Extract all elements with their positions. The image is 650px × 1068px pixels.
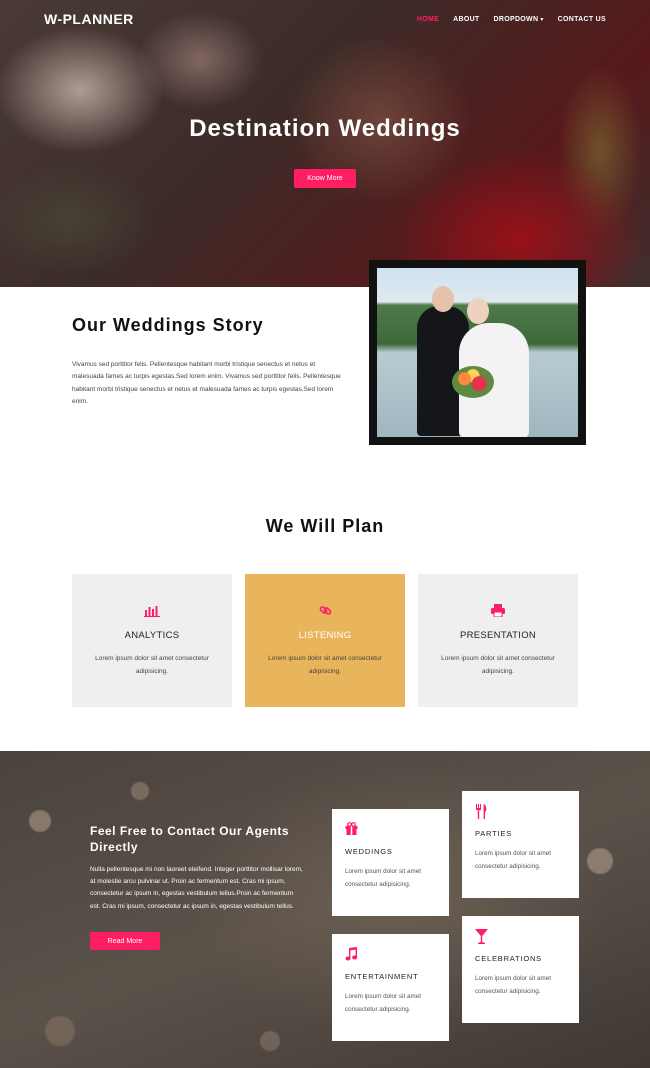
nav-contact-label: CONTACT US	[557, 16, 606, 23]
site-logo[interactable]: W-PLANNER	[44, 11, 134, 27]
service-card-weddings[interactable]: WEDDINGS Lorem ipsum dolor sit amet cons…	[332, 809, 449, 916]
nav-home[interactable]: HOME	[417, 16, 439, 23]
plan-card-title: PRESENTATION	[459, 630, 537, 641]
story-title: Our Weddings Story	[72, 315, 264, 335]
contact-title: Feel Free to Contact Our Agents Directly	[90, 824, 290, 854]
gift-icon	[345, 822, 358, 838]
hero-title: Destination Weddings	[189, 115, 461, 142]
plan-card-text: Lorem ipsum dolor sit amet consectetur a…	[441, 655, 555, 675]
cocktail-icon	[475, 929, 488, 947]
bar-chart-icon	[72, 604, 232, 617]
plan-card-title: LISTENING	[298, 630, 352, 641]
main-nav: HOME ABOUT DROPDOWN ▾ CONTACT US	[417, 16, 606, 23]
plan-card-title: ANALYTICS	[124, 630, 180, 641]
printer-icon	[418, 604, 578, 617]
story-text: Vivamus sed porttitor felis. Pellentesqu…	[72, 361, 341, 405]
service-title: ENTERTAINMENT	[345, 972, 419, 981]
cutlery-icon	[475, 804, 488, 822]
couple-photo	[369, 260, 586, 445]
service-text: Lorem ipsum dolor sit amet consectetur a…	[475, 975, 551, 995]
nav-home-label: HOME	[416, 16, 440, 23]
nav-about-label: ABOUT	[453, 16, 480, 23]
service-title: CELEBRATIONS	[475, 954, 542, 963]
couple-photo-image	[377, 268, 578, 437]
service-text: Lorem ipsum dolor sit amet consectetur a…	[345, 868, 421, 888]
nav-contact[interactable]: CONTACT US	[558, 16, 606, 23]
nav-dropdown[interactable]: DROPDOWN ▾	[494, 16, 544, 23]
service-text: Lorem ipsum dolor sit amet consectetur a…	[475, 850, 551, 870]
plan-card-analytics: ANALYTICS Lorem ipsum dolor sit amet con…	[72, 574, 232, 707]
chevron-down-icon: ▾	[540, 17, 544, 23]
nav-dropdown-label: DROPDOWN	[493, 16, 539, 23]
service-title: PARTIES	[475, 829, 512, 838]
plan-card-text: Lorem ipsum dolor sit amet consectetur a…	[268, 655, 382, 675]
plan-card-presentation: PRESENTATION Lorem ipsum dolor sit amet …	[418, 574, 578, 707]
service-card-celebrations[interactable]: CELEBRATIONS Lorem ipsum dolor sit amet …	[462, 916, 579, 1023]
service-card-parties[interactable]: PARTIES Lorem ipsum dolor sit amet conse…	[462, 791, 579, 898]
plan-title: We Will Plan	[265, 516, 385, 536]
service-text: Lorem ipsum dolor sit amet consectetur a…	[345, 993, 421, 1013]
link-icon	[245, 604, 405, 617]
bouquet	[452, 366, 494, 398]
music-icon	[345, 947, 358, 964]
plan-card-listening: LISTENING Lorem ipsum dolor sit amet con…	[245, 574, 405, 707]
service-title: WEDDINGS	[345, 847, 393, 856]
know-more-button[interactable]: Know More	[294, 169, 356, 188]
read-more-button[interactable]: Read More	[90, 932, 160, 950]
bride-head	[467, 298, 489, 324]
groom-head	[432, 286, 454, 312]
hero-banner	[0, 0, 650, 287]
nav-about[interactable]: ABOUT	[453, 16, 479, 23]
service-card-entertainment[interactable]: ENTERTAINMENT Lorem ipsum dolor sit amet…	[332, 934, 449, 1041]
plan-card-text: Lorem ipsum dolor sit amet consectetur a…	[95, 655, 209, 675]
contact-text: Nulla pellentesque mi non laoreet eleife…	[90, 866, 303, 910]
